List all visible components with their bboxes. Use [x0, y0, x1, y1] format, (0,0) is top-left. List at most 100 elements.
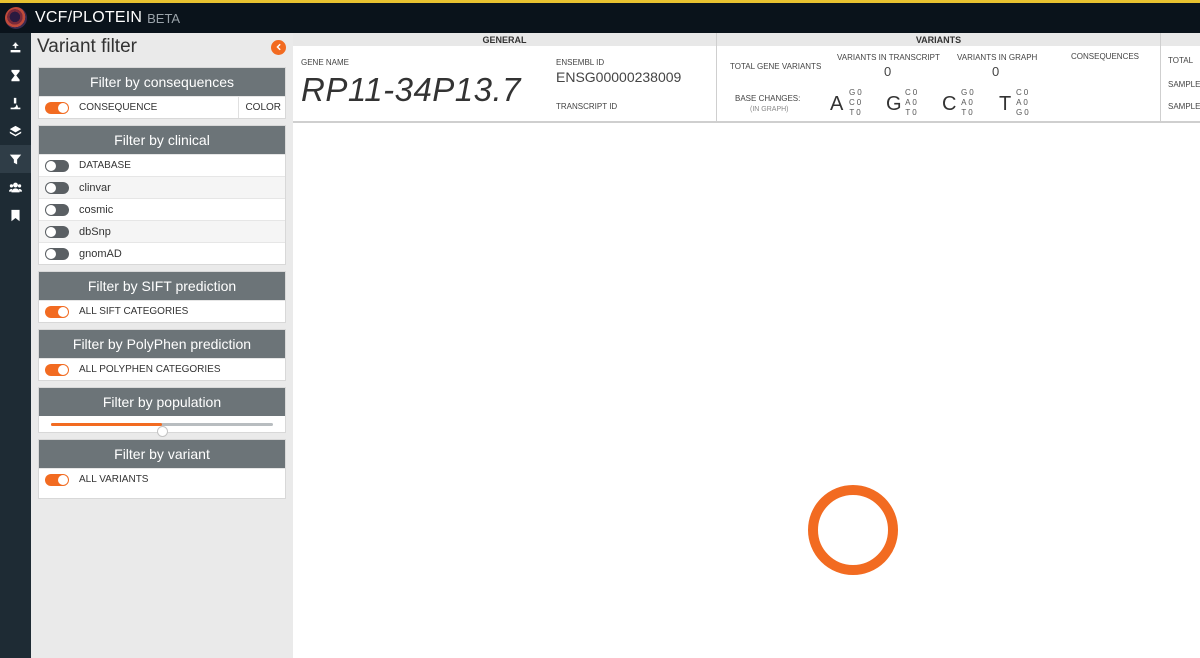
transcript-id-label: TRANSCRIPT ID: [556, 102, 618, 111]
section-divider: [716, 33, 717, 123]
third-section-header: [1161, 33, 1200, 46]
population-filter-panel: Filter by population: [38, 387, 286, 437]
base-changes-label: BASE CHANGES:: [735, 94, 801, 103]
panel-padding: [39, 490, 285, 498]
section-divider: [1160, 33, 1161, 123]
variants-section-header: VARIANTS: [717, 33, 1160, 46]
base-c-change-a: A0: [961, 98, 975, 107]
sift-toggle[interactable]: [45, 305, 69, 318]
all-variants-toggle[interactable]: [45, 473, 69, 486]
base-c-change-t: T0: [961, 108, 975, 117]
base-g-change-c: C0: [905, 88, 920, 97]
polyphen-toggle[interactable]: [45, 363, 69, 376]
variants-in-graph-value: 0: [992, 64, 1000, 79]
clinical-filter-header[interactable]: Filter by clinical: [39, 126, 285, 154]
population-filter-header[interactable]: Filter by population: [39, 388, 285, 416]
dbsnp-toggle[interactable]: [45, 225, 69, 238]
base-a-letter: A: [830, 93, 844, 115]
gene-name: RP11-34P13.7: [301, 71, 522, 108]
consequences-label: CONSEQUENCES: [1071, 52, 1140, 61]
base-t-change-c: C0: [1016, 88, 1031, 97]
gnomad-toggle[interactable]: [45, 247, 69, 260]
base-g-letter: G: [886, 93, 902, 115]
consequence-label: CONSEQUENCE: [79, 102, 158, 113]
info-bar: GENERAL GENE NAME RP11-34P13.7 ENSEMBL I…: [293, 33, 1200, 123]
app-logo: [5, 7, 27, 29]
total-label: TOTAL: [1168, 56, 1194, 65]
loading-spinner: [808, 485, 898, 575]
sift-filter-header[interactable]: Filter by SIFT prediction: [39, 272, 285, 300]
layers-icon[interactable]: [0, 117, 31, 145]
database-toggle[interactable]: [45, 159, 69, 172]
clinical-item-label: DATABASE: [79, 160, 131, 171]
variants-in-transcript-value: 0: [884, 64, 892, 79]
clinical-filter-panel: Filter by clinical DATABASE clinvar cosm…: [38, 125, 286, 265]
collapse-sidebar-button[interactable]: [271, 39, 286, 55]
microscope-icon[interactable]: [0, 89, 31, 117]
top-bar: VCF/PLOTEIN BETA: [0, 0, 1200, 33]
general-section-header: GENERAL: [293, 33, 716, 46]
slider-handle[interactable]: [157, 426, 168, 437]
ensembl-id-value: ENSG00000238009: [556, 69, 682, 85]
gene-name-label: GENE NAME: [301, 58, 350, 67]
population-slider[interactable]: [39, 416, 285, 437]
base-a-change-c: C0: [849, 98, 864, 107]
base-g-change-a: A0: [905, 98, 919, 107]
consequence-toggle[interactable]: [45, 101, 69, 114]
filter-icon[interactable]: [0, 145, 31, 173]
color-column-label: COLOR: [238, 97, 285, 118]
consequence-row: CONSEQUENCE COLOR: [39, 96, 285, 118]
bookmark-icon[interactable]: [0, 201, 31, 229]
slider-fill: [51, 423, 162, 426]
hourglass-icon[interactable]: [0, 61, 31, 89]
clinical-item-label: gnomAD: [79, 247, 122, 260]
base-t-change-a: A0: [1016, 98, 1030, 107]
users-icon[interactable]: [0, 173, 31, 201]
sample-label: SAMPLE: [1168, 102, 1200, 111]
sift-filter-panel: Filter by SIFT prediction ALL SIFT CATEG…: [38, 271, 286, 323]
clinical-row-cosmic: cosmic: [39, 198, 285, 220]
polyphen-filter-header[interactable]: Filter by PolyPhen prediction: [39, 330, 285, 358]
sample-label: SAMPLE: [1168, 80, 1200, 89]
beta-badge: BETA: [147, 10, 181, 26]
total-gene-variants-label: TOTAL GENE VARIANTS: [730, 62, 822, 71]
base-c-letter: C: [942, 93, 957, 115]
clinical-row-gnomad: gnomAD: [39, 242, 285, 264]
consequences-filter-panel: Filter by consequences CONSEQUENCE COLOR: [38, 67, 286, 119]
base-g-change-t: T0: [905, 108, 919, 117]
main-content: GENERAL GENE NAME RP11-34P13.7 ENSEMBL I…: [293, 33, 1200, 658]
clinical-item-label: cosmic: [79, 203, 114, 216]
variants-in-graph-label: VARIANTS IN GRAPH: [957, 53, 1038, 62]
base-changes-sublabel: (IN GRAPH): [750, 106, 789, 113]
polyphen-label: ALL POLYPHEN CATEGORIES: [79, 364, 221, 375]
clinical-row-clinvar: clinvar: [39, 176, 285, 198]
app-title: VCF/PLOTEIN: [35, 9, 143, 26]
base-c-change-g: G0: [961, 88, 976, 97]
base-a-change-t: T0: [849, 108, 863, 117]
all-variants-label: ALL VARIANTS: [79, 474, 149, 485]
ensembl-id-label: ENSEMBL ID: [556, 58, 605, 67]
sift-row: ALL SIFT CATEGORIES: [39, 300, 285, 322]
cosmic-toggle[interactable]: [45, 203, 69, 216]
clinical-row-dbsnp: dbSnp: [39, 220, 285, 242]
base-t-letter: T: [999, 93, 1012, 115]
polyphen-row: ALL POLYPHEN CATEGORIES: [39, 358, 285, 380]
variants-in-transcript-label: VARIANTS IN TRANSCRIPT: [837, 53, 940, 62]
variant-filter-header[interactable]: Filter by variant: [39, 440, 285, 468]
clinical-item-label: clinvar: [79, 181, 111, 194]
polyphen-filter-panel: Filter by PolyPhen prediction ALL POLYPH…: [38, 329, 286, 381]
sidebar-title: Variant filter: [37, 36, 137, 57]
clinvar-toggle[interactable]: [45, 181, 69, 194]
sift-label: ALL SIFT CATEGORIES: [79, 306, 189, 317]
consequences-filter-header[interactable]: Filter by consequences: [39, 68, 285, 96]
base-t-change-g: G0: [1016, 108, 1031, 117]
clinical-row-database: DATABASE: [39, 154, 285, 176]
chevron-left-icon: [275, 43, 281, 51]
slider-track[interactable]: [51, 423, 273, 437]
variant-filter-sidebar: Variant filter Filter by consequences CO…: [31, 33, 293, 658]
upload-icon[interactable]: [0, 33, 31, 61]
icon-nav-bar: [0, 33, 31, 658]
variant-filter-panel: Filter by variant ALL VARIANTS: [38, 439, 286, 499]
sidebar-header: Variant filter: [31, 33, 293, 61]
base-a-change-g: G0: [849, 88, 864, 97]
